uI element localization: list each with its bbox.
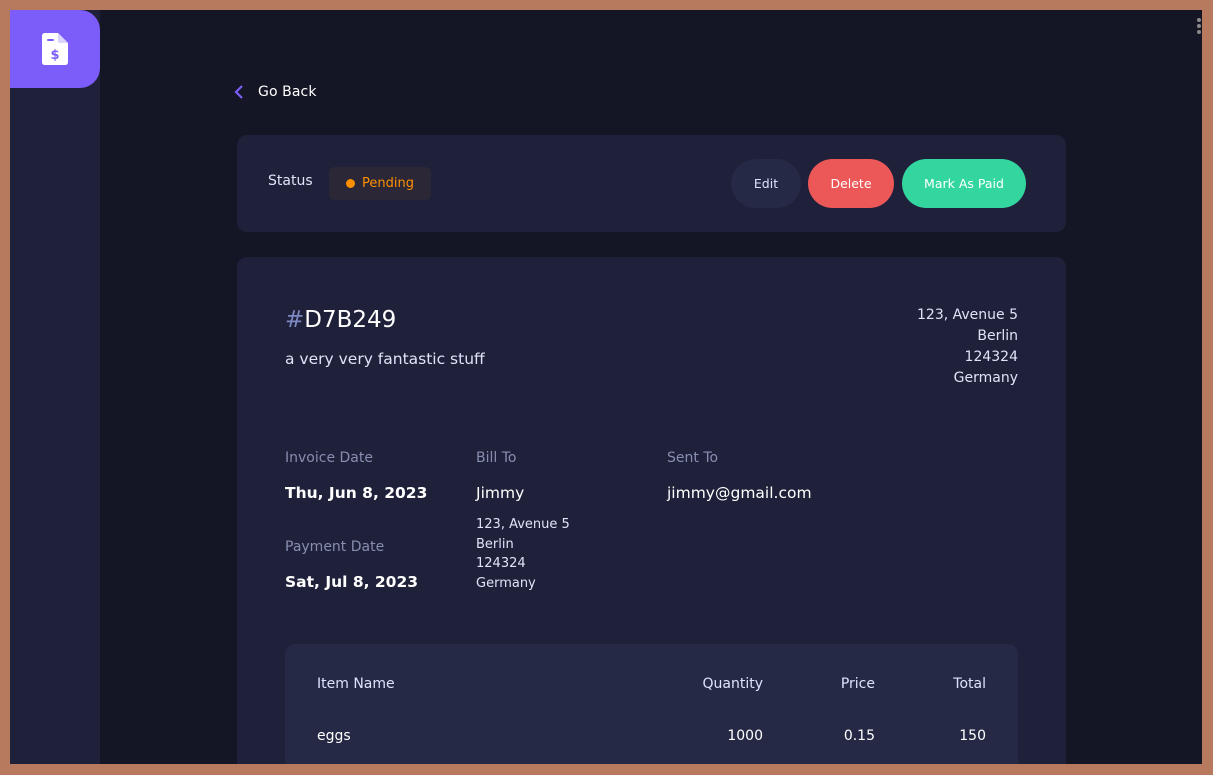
invoice-document-icon: $: [42, 33, 68, 65]
app-logo[interactable]: $: [10, 10, 100, 88]
status-label: Status: [268, 173, 313, 189]
sender-city: Berlin: [977, 328, 1018, 344]
invoice-date-label: Invoice Date: [285, 450, 373, 466]
sender-address: 123, Avenue 5 Berlin 124324 Germany: [917, 305, 1018, 389]
invoice-id-value: D7B249: [304, 307, 397, 333]
column-header-price: Price: [840, 676, 875, 692]
sender-postcode: 124324: [964, 349, 1018, 365]
client-street: 123, Avenue 5: [476, 517, 570, 532]
invoice-details-card: #D7B249 a very very fantastic stuff 123,…: [237, 257, 1066, 764]
invoice-id: #D7B249: [285, 307, 396, 333]
item-row-price: 0.15: [843, 728, 875, 744]
column-header-total: Total: [953, 676, 986, 692]
payment-date-value: Sat, Jul 8, 2023: [285, 573, 419, 591]
sender-country: Germany: [953, 370, 1018, 386]
client-name: Jimmy: [476, 484, 525, 502]
app-window: $ Go Back Status Pending Edit Delete Mar…: [10, 10, 1202, 764]
item-row-total: 150: [959, 728, 986, 744]
scrollbar-handle[interactable]: [1196, 16, 1202, 38]
client-city: Berlin: [476, 536, 514, 552]
invoice-description: a very very fantastic stuff: [285, 350, 485, 368]
client-email: jimmy@gmail.com: [667, 484, 812, 502]
invoice-date-value: Thu, Jun 8, 2023: [285, 484, 428, 502]
sent-to-label: Sent To: [667, 450, 719, 466]
edit-button[interactable]: Edit: [731, 159, 801, 208]
client-postcode: 124324: [476, 556, 526, 571]
invoice-id-hash: #: [285, 307, 305, 333]
column-header-quantity: Quantity: [702, 676, 764, 692]
go-back-link[interactable]: Go Back: [234, 81, 317, 103]
svg-text:$: $: [50, 48, 59, 63]
status-badge: Pending: [329, 167, 431, 200]
status-bar: Status Pending Edit Delete Mark As Paid: [237, 135, 1066, 232]
status-dot-icon: [346, 179, 356, 188]
item-row-quantity: 1000: [727, 728, 763, 744]
sidebar: $: [10, 10, 100, 764]
bill-to-label: Bill To: [476, 450, 517, 466]
go-back-label: Go Back: [258, 84, 317, 100]
chevron-left-icon: [234, 85, 243, 99]
item-row-name: eggs: [317, 728, 351, 744]
payment-date-label: Payment Date: [285, 539, 385, 555]
column-header-item-name: Item Name: [317, 676, 395, 692]
client-address: 123, Avenue 5 Berlin 124324 Germany: [476, 515, 570, 593]
client-country: Germany: [476, 575, 536, 591]
delete-button[interactable]: Delete: [808, 159, 894, 208]
status-text: Pending: [362, 176, 414, 191]
mark-as-paid-button[interactable]: Mark As Paid: [902, 159, 1026, 208]
items-table: Item Name Quantity Price Total eggs 1000…: [285, 644, 1018, 764]
sender-street: 123, Avenue 5: [917, 307, 1018, 323]
